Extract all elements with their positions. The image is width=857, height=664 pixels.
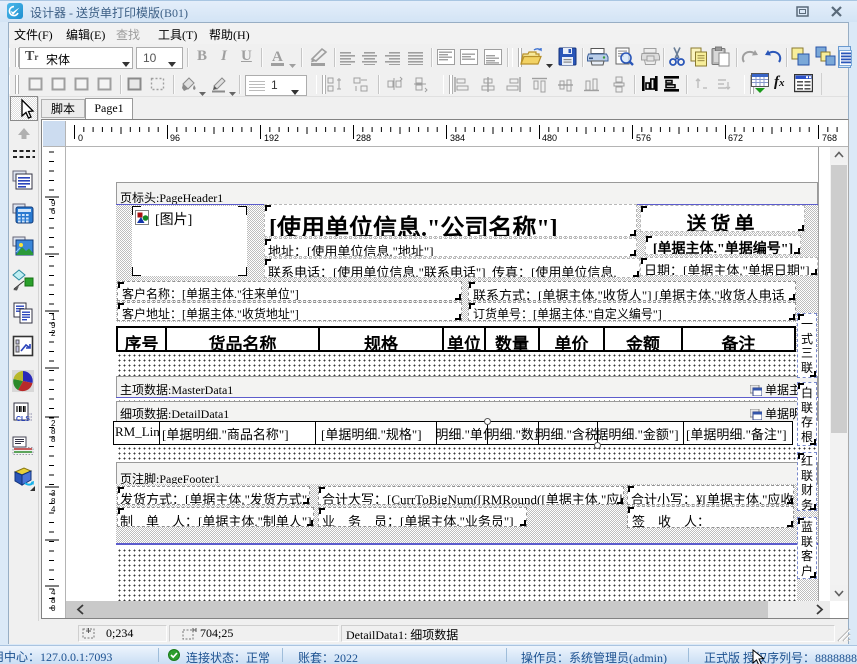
svg-text:0: 0 (51, 604, 56, 613)
svg-text:96: 96 (170, 133, 180, 143)
svg-text:2: 2 (51, 329, 56, 338)
svg-text:768: 768 (822, 133, 837, 143)
svg-text:8: 8 (51, 435, 56, 444)
svg-text:288: 288 (356, 133, 371, 143)
svg-text:480: 480 (542, 133, 557, 143)
svg-text:A: A (272, 49, 283, 65)
svg-text:4: 4 (51, 505, 56, 514)
svg-text:192: 192 (264, 133, 279, 143)
svg-text:6: 6 (51, 207, 56, 216)
svg-text:672: 672 (728, 133, 743, 143)
svg-text:0: 0 (78, 133, 83, 143)
svg-text:384: 384 (450, 133, 465, 143)
svg-text:576: 576 (636, 133, 651, 143)
